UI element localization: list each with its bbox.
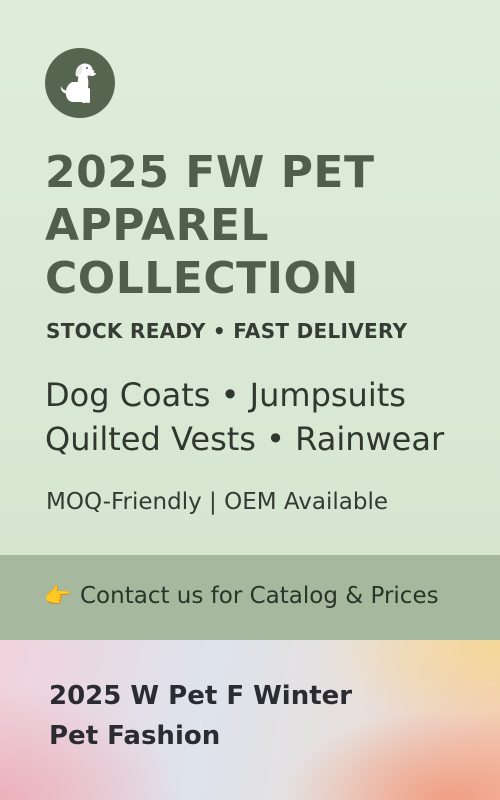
product-line: Dog Coats • Jumpsuits (45, 376, 406, 414)
dog-icon (60, 63, 97, 103)
title-line: APPAREL (45, 200, 270, 251)
contact-cta-button[interactable]: 👉 Contact us for Catalog & Prices (0, 555, 500, 640)
dog-logo (45, 48, 115, 118)
product-line: Quilted Vests • Rainwear (45, 420, 445, 458)
title-line: 2025 FW PET (45, 147, 375, 198)
stock-delivery-tagline: STOCK READY • FAST DELIVERY (46, 319, 408, 343)
contact-cta-label: Contact us for Catalog & Prices (80, 583, 439, 609)
title-line: COLLECTION (45, 253, 359, 304)
moq-oem-note: MOQ-Friendly | OEM Available (46, 489, 388, 515)
product-list: Dog Coats • Jumpsuits Quilted Vests • Ra… (45, 373, 444, 461)
collection-title: 2025 FW PET APPAREL COLLECTION (45, 146, 475, 305)
footer-title: 2025 W Pet F Winter Pet Fashion (49, 676, 352, 756)
footer-title-line: 2025 W Pet F Winter (49, 681, 353, 711)
pointing-hand-icon: 👉 (44, 584, 72, 609)
footer-title-line: Pet Fashion (49, 721, 221, 751)
footer-banner: 2025 W Pet F Winter Pet Fashion (0, 640, 500, 800)
hero-section: 2025 FW PET APPAREL COLLECTION STOCK REA… (0, 0, 500, 555)
